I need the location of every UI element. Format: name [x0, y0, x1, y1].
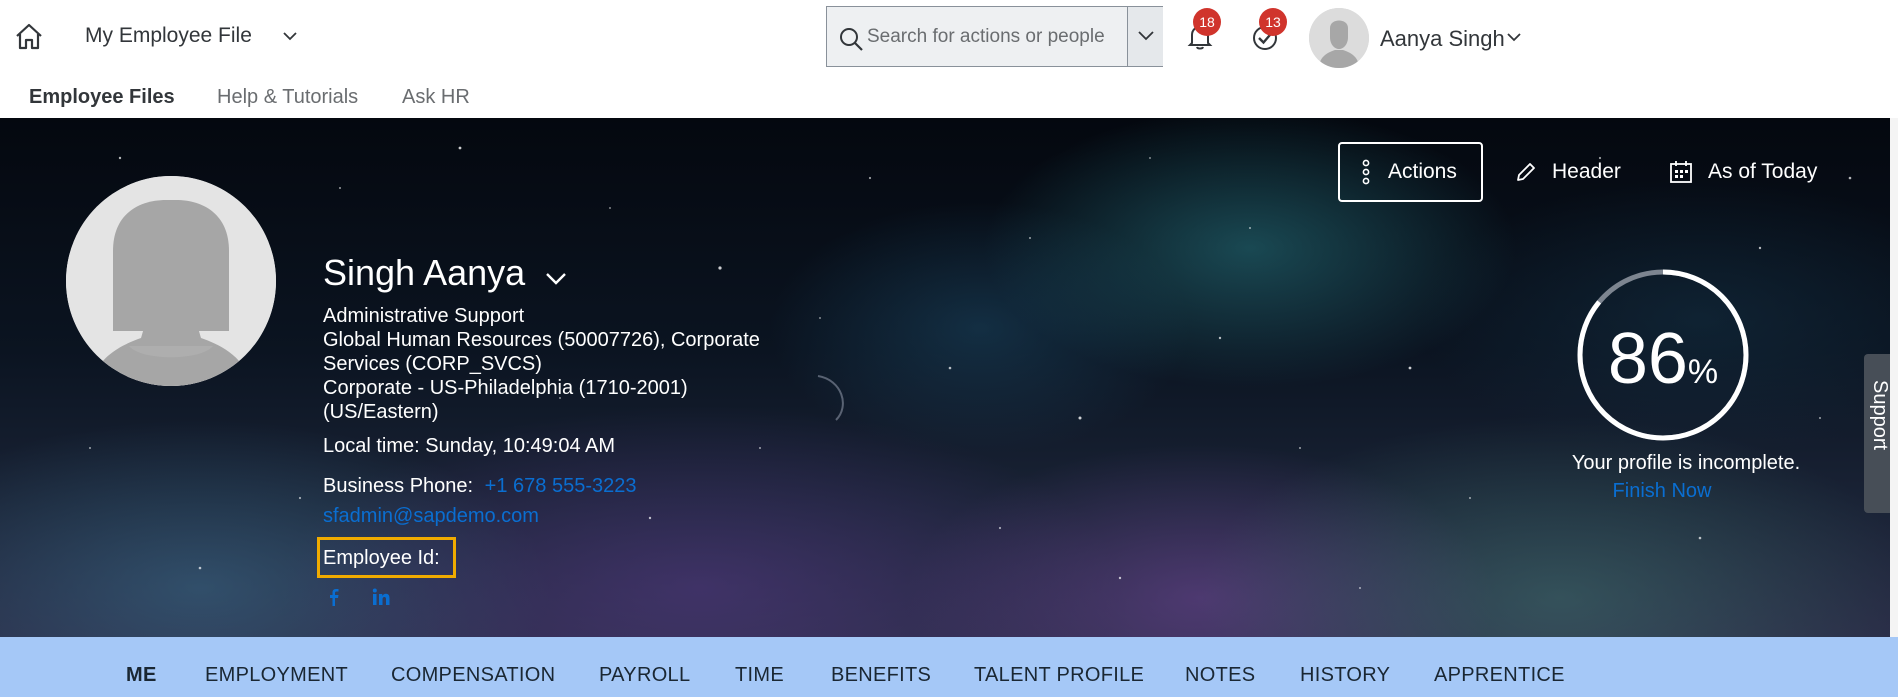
chevron-down-icon: [1138, 31, 1154, 41]
business-phone-link[interactable]: +1 678 555-3223: [485, 475, 637, 497]
actions-label: Actions: [1388, 160, 1457, 183]
percent-number: 86: [1607, 319, 1688, 399]
tab-apprentice[interactable]: APPRENTICE: [1434, 664, 1565, 687]
app-menu-button[interactable]: [280, 26, 300, 46]
support-label: Support: [1869, 380, 1891, 451]
user-avatar[interactable]: [1309, 8, 1369, 68]
search-scope-dropdown[interactable]: [1127, 7, 1163, 66]
notifications-badge: 18: [1193, 8, 1221, 36]
linkedin-icon: [372, 588, 390, 605]
finish-now-link[interactable]: Finish Now: [1540, 480, 1784, 503]
tab-employment[interactable]: EMPLOYMENT: [205, 664, 348, 687]
job-title: Administrative Support: [323, 305, 525, 327]
profile-completion-percent: 86%: [1600, 318, 1726, 400]
person-silhouette-icon: [66, 176, 276, 386]
search-input[interactable]: [867, 17, 1145, 57]
employee-name: Singh Aanya: [323, 252, 526, 293]
nav-help-tutorials[interactable]: Help & Tutorials: [217, 86, 358, 109]
app-title[interactable]: My Employee File: [85, 24, 252, 48]
tab-benefits[interactable]: BENEFITS: [831, 664, 931, 687]
facebook-link[interactable]: [323, 586, 345, 608]
percent-symbol: %: [1687, 353, 1719, 391]
tab-payroll[interactable]: PAYROLL: [599, 664, 690, 687]
tab-notes[interactable]: NOTES: [1185, 664, 1255, 687]
sub-navigation: Employee Files Help & Tutorials Ask HR: [0, 73, 1898, 118]
person-silhouette-icon: [1309, 8, 1369, 68]
vertical-ellipsis-icon: [1362, 159, 1370, 185]
tab-talent-profile[interactable]: TALENT PROFILE: [974, 664, 1144, 687]
search-icon: [840, 28, 863, 51]
edit-header-button[interactable]: Header: [1510, 142, 1621, 202]
employee-header: Actions Header As of Today Singh Aanya A…: [0, 118, 1898, 637]
todo-badge: 13: [1259, 8, 1287, 36]
tab-time[interactable]: TIME: [735, 664, 784, 687]
facebook-icon: [330, 589, 339, 606]
tab-history[interactable]: HISTORY: [1300, 664, 1390, 687]
employee-file-tabs: ME EMPLOYMENT COMPENSATION PAYROLL TIME …: [0, 637, 1898, 697]
nav-ask-hr[interactable]: Ask HR: [402, 86, 470, 109]
shell-bar: My Employee File 18 13: [0, 0, 1898, 73]
search-field[interactable]: [826, 6, 1163, 67]
home-button[interactable]: [12, 20, 46, 54]
page-scrollbar[interactable]: [1890, 118, 1898, 637]
profile-status-text: Your profile is incomplete.: [1571, 452, 1801, 474]
department-line-1: Global Human Resources (50007726), Corpo…: [323, 329, 760, 351]
user-menu-button[interactable]: [1505, 28, 1523, 46]
as-of-date-button[interactable]: As of Today: [1668, 142, 1817, 202]
email-link[interactable]: sfadmin@sapdemo.com: [323, 504, 539, 528]
home-icon: [16, 23, 42, 50]
as-of-label: As of Today: [1708, 160, 1818, 183]
pencil-icon: [1517, 163, 1535, 181]
header-label: Header: [1552, 160, 1621, 183]
chevron-down-icon: [283, 32, 297, 41]
tab-compensation[interactable]: COMPENSATION: [391, 664, 555, 687]
calendar-icon: [1670, 161, 1692, 183]
employee-name-menu-button[interactable]: [544, 266, 568, 290]
user-name[interactable]: Aanya Singh: [1380, 26, 1505, 52]
employee-photo[interactable]: [66, 176, 276, 386]
business-phone-label: Business Phone:: [323, 475, 474, 497]
location-line-2: (US/Eastern): [323, 401, 439, 423]
location-line-1: Corporate - US-Philadelphia (1710-2001): [323, 377, 688, 399]
chevron-down-icon: [1507, 33, 1521, 42]
nav-employee-files[interactable]: Employee Files: [29, 86, 175, 109]
chevron-down-icon: [546, 273, 566, 285]
department-line-2: Services (CORP_SVCS): [323, 353, 542, 375]
tab-me[interactable]: ME: [126, 664, 157, 687]
actions-button[interactable]: Actions: [1338, 142, 1483, 202]
employee-id-label: Employee Id:: [323, 547, 440, 569]
business-phone-row: Business Phone: +1 678 555-3223: [323, 474, 636, 498]
linkedin-link[interactable]: [370, 586, 392, 608]
local-time: Local time: Sunday, 10:49:04 AM: [323, 435, 616, 457]
